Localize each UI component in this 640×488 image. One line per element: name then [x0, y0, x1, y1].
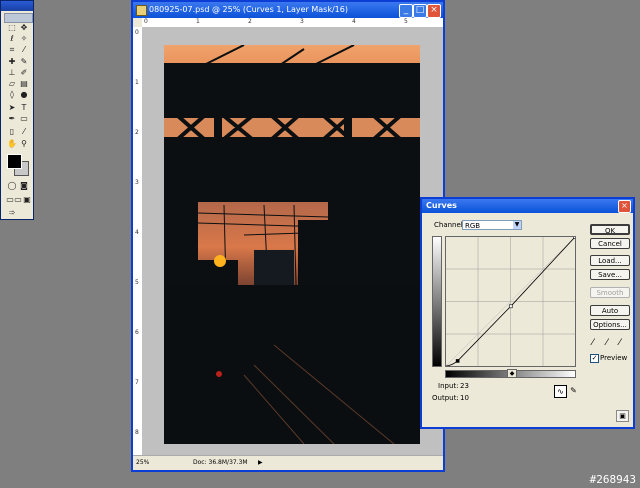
- ruler-tick-label: 2: [135, 129, 139, 136]
- smooth-button[interactable]: Smooth: [590, 287, 630, 298]
- document-icon: [136, 5, 147, 16]
- pencil-tool-icon[interactable]: ✎: [568, 385, 579, 396]
- document-image[interactable]: [164, 45, 420, 444]
- input-value[interactable]: 23: [460, 382, 469, 390]
- gray-eyedropper-icon[interactable]: ⁄: [606, 338, 608, 348]
- pen-tool-icon[interactable]: ✒: [7, 114, 17, 124]
- curve-control-point[interactable]: [455, 359, 460, 363]
- sunset-railway-photo: [164, 45, 420, 444]
- healing-brush-tool-icon[interactable]: ✚: [7, 57, 17, 67]
- tools-palette-titlebar[interactable]: [1, 1, 33, 11]
- ruler-tick-label: 3: [300, 18, 304, 25]
- ruler-tick-label: 7: [135, 379, 139, 386]
- zoom-level[interactable]: 25%: [136, 456, 149, 469]
- screen-mode-full-icon[interactable]: ▣: [22, 195, 32, 205]
- preview-checkbox[interactable]: ✓: [590, 354, 599, 363]
- crop-tool-icon[interactable]: ⌗: [7, 45, 17, 55]
- marquee-tool-icon[interactable]: ⬚: [7, 23, 17, 33]
- output-gradient-bar: [432, 236, 442, 367]
- curves-dialog: Curves × Channel: RGB ▼ ◆ Input: 23 Outp…: [420, 197, 635, 429]
- brush-tool-icon[interactable]: ✎: [19, 57, 29, 67]
- load-button[interactable]: Load...: [590, 255, 630, 266]
- standard-mode-icon[interactable]: ◯: [7, 181, 17, 191]
- ruler-tick-label: 4: [135, 229, 139, 236]
- watermark: #268943: [589, 473, 636, 486]
- curve-tool-icon[interactable]: ∿: [554, 385, 567, 398]
- tools-palette: ⬚ ✥ ℓ ✧ ⌗ ⁄ ✚ ✎ ⊥ ✐ ▱ ▤ ◊ ● ➤ T ✒ ▭ ▯ ⁄ …: [0, 0, 34, 220]
- history-brush-tool-icon[interactable]: ✐: [19, 68, 29, 78]
- document-title: 080925-07.psd @ 25% (Curves 1, Layer Mas…: [149, 5, 348, 14]
- options-button[interactable]: Options...: [590, 319, 630, 330]
- eyedropper-tool-icon[interactable]: ⁄: [19, 127, 29, 137]
- ruler-tick-label: 6: [135, 329, 139, 336]
- path-selection-tool-icon[interactable]: ➤: [7, 103, 17, 113]
- status-bar: 25% Doc: 36.8M/37.3M ▶: [133, 455, 443, 470]
- gradient-tool-icon[interactable]: ▤: [19, 79, 29, 89]
- maximize-button[interactable]: □: [413, 4, 427, 18]
- curve-graph[interactable]: [445, 235, 577, 367]
- ruler-tick-label: 5: [404, 18, 408, 25]
- clone-stamp-tool-icon[interactable]: ⊥: [7, 68, 17, 78]
- magic-wand-tool-icon[interactable]: ✧: [19, 34, 29, 44]
- curve-graph-svg[interactable]: [445, 235, 577, 367]
- status-menu-arrow-icon[interactable]: ▶: [258, 456, 263, 469]
- ruler-tick-label: 1: [196, 18, 200, 25]
- hand-tool-icon[interactable]: ✋: [7, 139, 17, 149]
- jump-to-imageready-icon[interactable]: ➾: [7, 208, 17, 218]
- channel-select-value: RGB: [465, 222, 481, 230]
- output-label: Output:: [432, 394, 459, 402]
- save-button[interactable]: Save...: [590, 269, 630, 280]
- minimize-button[interactable]: _: [399, 4, 413, 18]
- close-button[interactable]: ×: [427, 4, 441, 18]
- channel-select[interactable]: RGB ▼: [462, 220, 522, 230]
- curves-titlebar[interactable]: Curves: [422, 199, 633, 213]
- notes-tool-icon[interactable]: ▯: [7, 127, 17, 137]
- quick-mask-mode-icon[interactable]: ◙: [19, 181, 29, 191]
- black-eyedropper-icon[interactable]: ⁄: [592, 338, 594, 348]
- doc-size-info: Doc: 36.8M/37.3M: [193, 459, 248, 466]
- dodge-tool-icon[interactable]: ●: [19, 90, 29, 100]
- shape-tool-icon[interactable]: ▭: [19, 114, 29, 124]
- expand-view-icon[interactable]: ▣: [616, 410, 629, 422]
- ruler-tick-label: 0: [135, 29, 139, 36]
- chevron-down-icon[interactable]: ▼: [513, 221, 521, 229]
- curve-control-point[interactable]: [508, 304, 513, 309]
- canvas-area[interactable]: [142, 27, 443, 456]
- move-tool-icon[interactable]: ✥: [19, 23, 29, 33]
- white-eyedropper-icon[interactable]: ⁄: [619, 338, 621, 348]
- curves-title: Curves: [426, 201, 457, 210]
- ruler-tick-label: 2: [248, 18, 252, 25]
- auto-button[interactable]: Auto: [590, 305, 630, 316]
- gradient-toggle-icon[interactable]: ◆: [507, 369, 517, 378]
- ok-button[interactable]: OK: [590, 224, 630, 235]
- document-titlebar[interactable]: 080925-07.psd @ 25% (Curves 1, Layer Mas…: [133, 2, 443, 18]
- preview-label: Preview: [600, 354, 628, 362]
- lasso-tool-icon[interactable]: ℓ: [7, 34, 17, 44]
- cancel-button[interactable]: Cancel: [590, 238, 630, 249]
- document-window: 080925-07.psd @ 25% (Curves 1, Layer Mas…: [131, 0, 445, 472]
- slice-tool-icon[interactable]: ⁄: [19, 45, 29, 55]
- channel-label: Channel:: [434, 221, 466, 229]
- curve-control-point[interactable]: [573, 235, 577, 239]
- ruler-tick-label: 0: [144, 18, 148, 25]
- input-label: Input:: [438, 382, 459, 390]
- ruler-tick-label: 8: [135, 429, 139, 436]
- photoshop-logo[interactable]: [4, 13, 33, 23]
- eraser-tool-icon[interactable]: ▱: [7, 79, 17, 89]
- blur-tool-icon[interactable]: ◊: [7, 90, 17, 100]
- output-value[interactable]: 10: [460, 394, 469, 402]
- zoom-tool-icon[interactable]: ⚲: [19, 139, 29, 149]
- close-icon[interactable]: ×: [618, 200, 631, 213]
- ruler-tick-label: 1: [135, 79, 139, 86]
- foreground-color-swatch-top[interactable]: [7, 154, 22, 169]
- ruler-tick-label: 5: [135, 279, 139, 286]
- type-tool-icon[interactable]: T: [19, 103, 29, 113]
- ruler-tick-label: 3: [135, 179, 139, 186]
- ruler-tick-label: 4: [352, 18, 356, 25]
